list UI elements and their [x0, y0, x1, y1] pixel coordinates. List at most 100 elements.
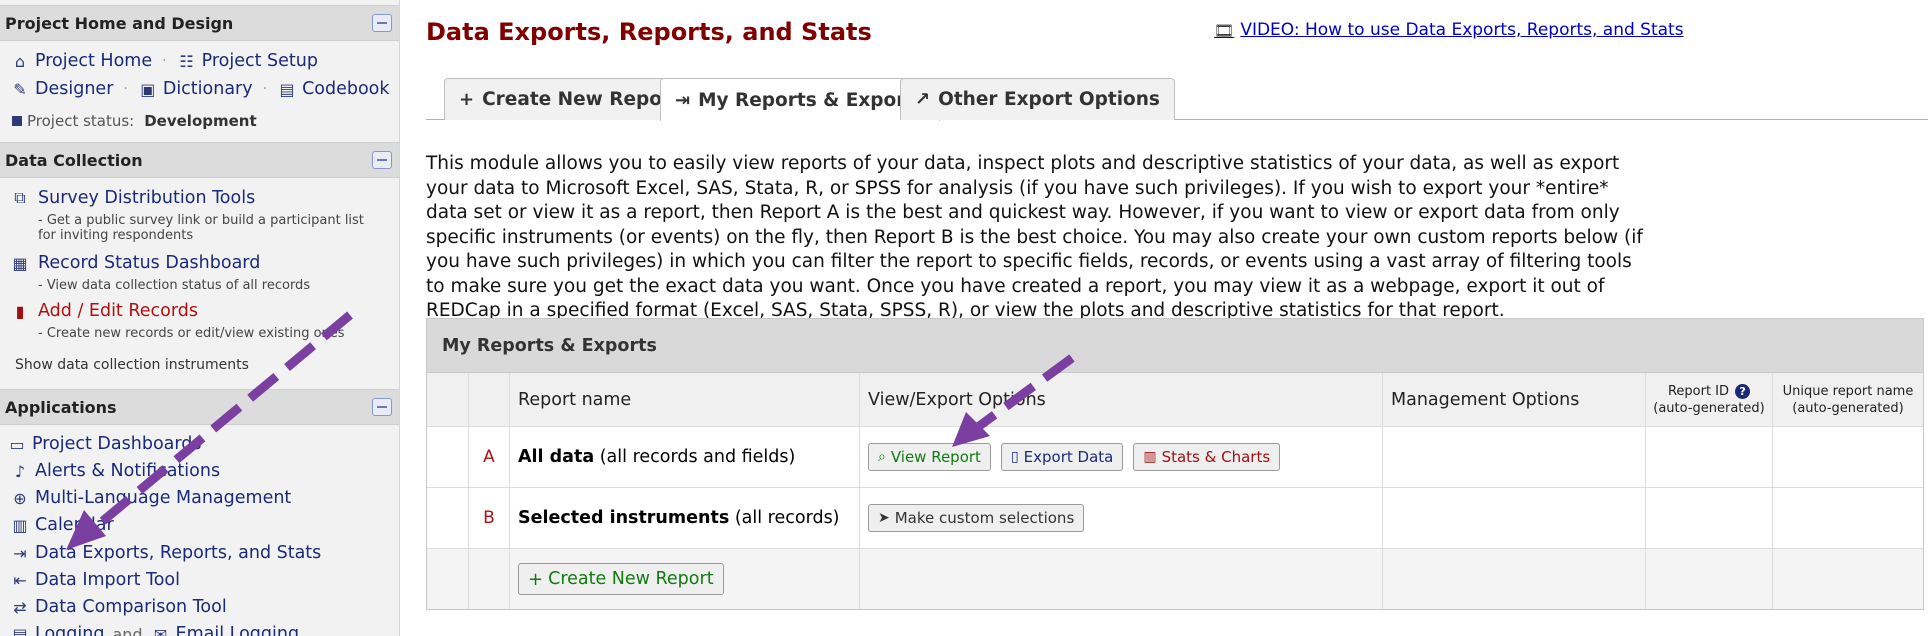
file-edit-icon: ▮ — [15, 301, 25, 321]
home-icon: ⌂ — [14, 51, 26, 71]
header-report-id-label: Report ID — [1667, 383, 1730, 399]
header-cell — [427, 373, 469, 426]
section-header-applications: Applications — [0, 389, 399, 425]
project-setup-link[interactable]: Project Setup — [202, 51, 318, 71]
plus-icon: + — [459, 89, 475, 110]
header-view-export: View/Export Options — [860, 373, 1383, 426]
management-cell — [1383, 488, 1646, 548]
sidebar-item-label: Data Exports, Reports, and Stats — [35, 543, 322, 563]
sidebar-item-add-edit-records[interactable]: ▮ Add / Edit Records — [10, 301, 198, 321]
sidebar-item-multi-language[interactable]: ⊕ Multi-Language Management — [10, 488, 291, 508]
video-link-text[interactable]: VIDEO: How to use Data Exports, Reports,… — [1240, 20, 1683, 40]
sidebar-item-label: Calendar — [35, 515, 114, 535]
button-label: Make custom selections — [894, 509, 1075, 527]
report-letter: B — [469, 488, 510, 548]
project-links-row-1: ⌂ Project Home · ☷ Project Setup — [10, 51, 318, 71]
view-report-button[interactable]: ⌕ View Report — [868, 443, 991, 471]
dictionary-link[interactable]: Dictionary — [163, 79, 253, 99]
edit-icon: ✎ — [13, 79, 27, 99]
section-header-data-collection: Data Collection — [0, 142, 399, 178]
empty-cell — [469, 549, 510, 609]
header-management: Management Options — [1383, 373, 1646, 426]
film-icon: 🎞 — [1214, 20, 1235, 40]
empty-cell — [1646, 549, 1773, 609]
help-icon[interactable]: ? — [1735, 383, 1751, 399]
video-link[interactable]: 🎞 VIDEO: How to use Data Exports, Report… — [1214, 20, 1684, 40]
sidebar-item-logging: ▤ Logging and ✉ Email Logging — [10, 624, 299, 636]
list-icon: ☷ — [179, 51, 194, 71]
sidebar-item-label: Multi-Language Management — [35, 488, 292, 508]
compare-icon: ⇄ — [13, 597, 27, 617]
header-unique-name-label: Unique report name — [1782, 383, 1914, 399]
sidebar-item-label: Survey Distribution Tools — [38, 188, 256, 208]
sidebar-item-label: Add / Edit Records — [38, 301, 198, 321]
section-title: Data Collection — [5, 150, 143, 170]
table-footer-row: + Create New Report — [427, 549, 1923, 609]
sidebar-item-data-exports[interactable]: ⇥ Data Exports, Reports, and Stats — [10, 543, 321, 563]
designer-link[interactable]: Designer — [35, 79, 113, 99]
sidebar-item-desc: - Get a public survey link or build a pa… — [38, 213, 364, 243]
sidebar-item-label: Alerts & Notifications — [35, 461, 221, 481]
show-instruments-link[interactable]: Show data collection instruments — [15, 357, 249, 373]
header-cell — [469, 373, 510, 426]
separator: · — [162, 53, 167, 69]
project-home-link[interactable]: Project Home — [35, 51, 152, 71]
empty-cell — [1383, 549, 1646, 609]
dashboard-icon: ▭ — [9, 434, 25, 454]
sidebar-item-data-comparison[interactable]: ⇄ Data Comparison Tool — [10, 597, 226, 617]
collapse-button[interactable] — [372, 14, 392, 32]
sidebar-item-alerts[interactable]: ♪ Alerts & Notifications — [10, 461, 220, 481]
collapse-button[interactable] — [372, 151, 392, 169]
empty-cell — [427, 549, 469, 609]
file-import-icon: ⇤ — [13, 570, 27, 590]
report-name-rest: (all records and fields) — [599, 447, 796, 467]
main-content: Data Exports, Reports, and Stats 🎞 VIDEO… — [426, 0, 1928, 636]
book-icon: ▤ — [279, 79, 295, 99]
status-label: Project status: — [27, 112, 135, 130]
empty-cell — [860, 549, 1383, 609]
view-export-options: ⌕ View Report ▯ Export Data ▥ Stats & Ch… — [860, 427, 1383, 487]
reports-table: My Reports & Exports Report name View/Ex… — [426, 318, 1924, 610]
report-name-bold: All data — [518, 447, 595, 467]
globe-icon: ⊕ — [13, 488, 27, 508]
report-id-cell — [1646, 488, 1773, 548]
tab-label: Create New Report — [482, 89, 680, 110]
create-new-report-button[interactable]: + Create New Report — [518, 563, 724, 595]
and-text: and — [112, 624, 143, 636]
button-label: Create New Report — [548, 569, 714, 589]
sidebar-item-record-status[interactable]: ▦ Record Status Dashboard — [10, 253, 260, 273]
empty-cell — [1773, 549, 1923, 609]
cursor-icon: ➤ — [878, 510, 890, 526]
codebook-link[interactable]: Codebook — [302, 79, 389, 99]
sidebar-item-project-dashboards[interactable]: ▭ Project Dashboards — [7, 434, 201, 454]
sidebar-item-desc: - Create new records or edit/view existi… — [38, 326, 345, 341]
sidebar-item-survey-tools[interactable]: ⧉ Survey Distribution Tools — [10, 188, 255, 208]
logging-link[interactable]: Logging — [35, 624, 104, 636]
report-name-rest: (all records) — [734, 508, 840, 528]
table-row: B Selected instruments (all records) ➤ M… — [427, 488, 1923, 549]
log-icon: ▤ — [12, 624, 28, 636]
sidebar-item-label: Record Status Dashboard — [38, 253, 261, 273]
tab-my-reports-exports[interactable]: ⇥ My Reports & Exports — [660, 78, 941, 121]
custom-selections-button[interactable]: ➤ Make custom selections — [868, 504, 1085, 532]
plus-icon: + — [528, 568, 544, 590]
email-logging-link[interactable]: Email Logging — [176, 624, 300, 636]
file-icon: ▯ — [1010, 449, 1019, 465]
sidebar-item-data-import[interactable]: ⇤ Data Import Tool — [10, 570, 180, 590]
button-label: View Report — [890, 448, 981, 466]
tab-create-new-report[interactable]: + Create New Report — [444, 78, 695, 120]
export-data-button[interactable]: ▯ Export Data — [1000, 443, 1124, 471]
sidebar-item-calendar[interactable]: ▥ Calendar — [10, 515, 114, 535]
view-export-options: ➤ Make custom selections — [860, 488, 1383, 548]
stats-charts-button[interactable]: ▥ Stats & Charts — [1133, 443, 1281, 471]
excel-icon: ▣ — [140, 79, 156, 99]
header-report-id-sub: (auto-generated) — [1653, 400, 1765, 416]
tab-label: Other Export Options — [938, 89, 1160, 110]
header-report-id: Report ID ? (auto-generated) — [1646, 373, 1773, 426]
page-title: Data Exports, Reports, and Stats — [426, 18, 872, 46]
collapse-button[interactable] — [372, 398, 392, 416]
drag-cell — [427, 488, 469, 548]
section-title: Applications — [5, 397, 117, 417]
grid-icon: ▦ — [12, 253, 28, 273]
tab-other-export-options[interactable]: ↗ Other Export Options — [900, 78, 1175, 120]
